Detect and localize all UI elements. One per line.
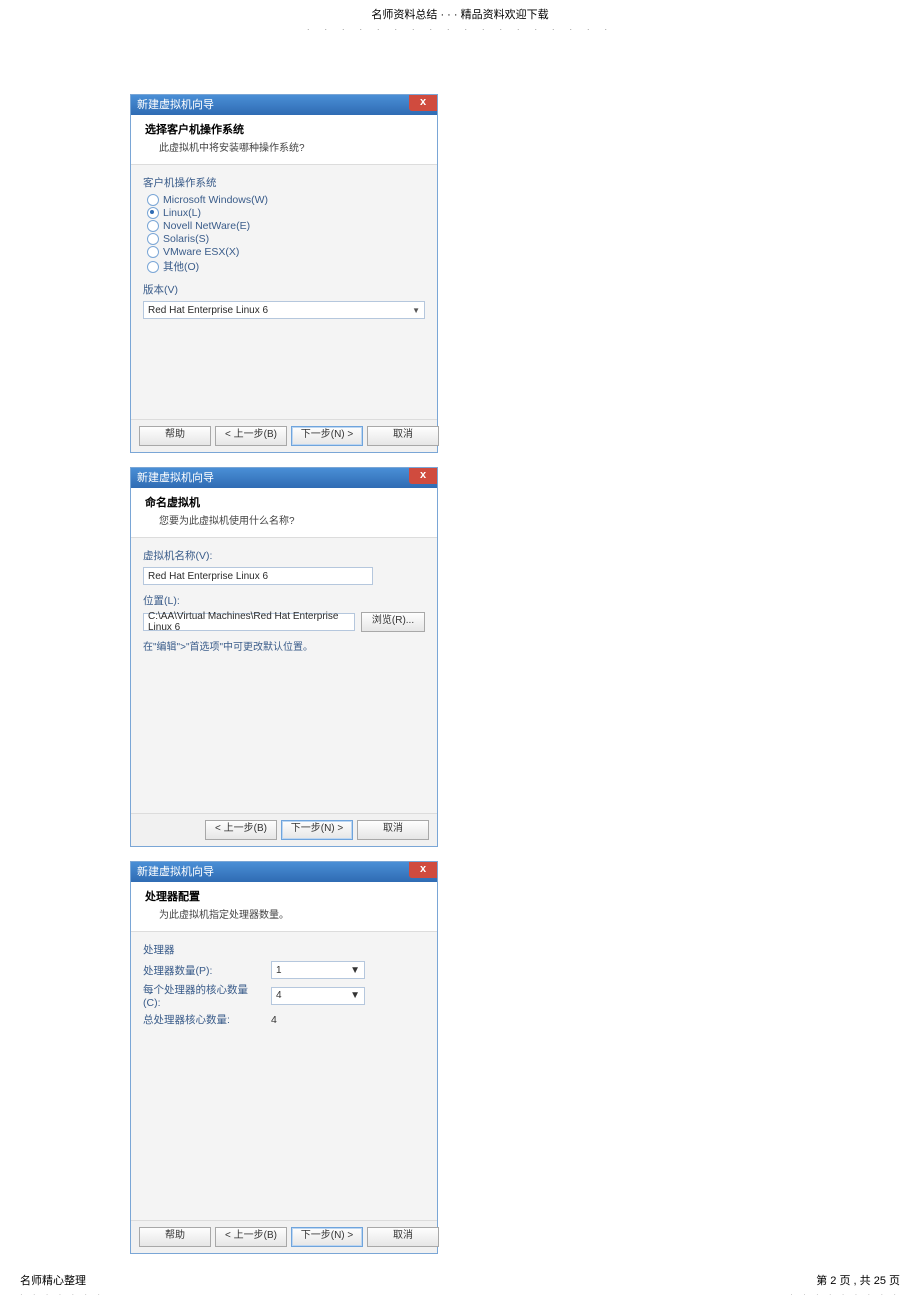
proc-count-label: 处理器数量(P):: [143, 963, 263, 978]
titlebar: 新建虚拟机向导 x: [131, 862, 437, 882]
vm-name-value: Red Hat Enterprise Linux 6: [148, 571, 268, 582]
page-header: 名师资料总结 · · · 精品资料欢迎下载 · · · · · · · · · …: [0, 6, 920, 34]
footer-right: 第 2 页 , 共 25 页: [790, 1272, 900, 1288]
window-title: 新建虚拟机向导: [137, 472, 214, 484]
cores-per-proc-combo[interactable]: 4 ▼: [271, 987, 365, 1005]
radio-esx[interactable]: VMware ESX(X): [147, 246, 425, 258]
radio-netware[interactable]: Novell NetWare(E): [147, 220, 425, 232]
version-value: Red Hat Enterprise Linux 6: [148, 305, 268, 316]
chevron-down-icon: ▼: [350, 990, 360, 1001]
radio-windows[interactable]: Microsoft Windows(W): [147, 194, 425, 206]
os-group-label: 客户机操作系统: [143, 175, 425, 190]
radio-label: VMware ESX(X): [163, 246, 239, 258]
wizard-footer: 帮助 < 上一步(B) 下一步(N) > 取消: [131, 419, 437, 452]
wizard-title: 命名虚拟机: [145, 494, 427, 510]
wizard-title: 处理器配置: [145, 888, 427, 904]
close-icon[interactable]: x: [409, 95, 437, 111]
wizard-footer: < 上一步(B) 下一步(N) > 取消: [131, 813, 437, 846]
back-button[interactable]: < 上一步(B): [205, 820, 277, 840]
cores-value: 4: [276, 990, 282, 1001]
version-combo[interactable]: Red Hat Enterprise Linux 6 ▼: [143, 301, 425, 319]
radio-label: Linux(L): [163, 207, 201, 219]
location-tip: 在"编辑">"首选项"中可更改默认位置。: [143, 638, 425, 653]
radio-label: Novell NetWare(E): [163, 220, 250, 232]
next-button[interactable]: 下一步(N) >: [281, 820, 353, 840]
radio-label: Solaris(S): [163, 233, 209, 245]
radio-linux[interactable]: Linux(L): [147, 207, 425, 219]
window-title: 新建虚拟机向导: [137, 866, 214, 878]
dialog-name-vm: 新建虚拟机向导 x 命名虚拟机 您要为此虚拟机使用什么名称? 虚拟机名称(V):…: [130, 467, 438, 847]
location-label: 位置(L):: [143, 593, 425, 608]
processor-section-label: 处理器: [143, 942, 425, 957]
radio-label: 其他(O): [163, 259, 199, 274]
browse-button[interactable]: 浏览(R)...: [361, 612, 425, 632]
next-button[interactable]: 下一步(N) >: [291, 426, 363, 446]
back-button[interactable]: < 上一步(B): [215, 426, 287, 446]
header-dots: · · · · · · · · · · · · · · · · · ·: [0, 24, 920, 34]
radio-solaris[interactable]: Solaris(S): [147, 233, 425, 245]
radio-label: Microsoft Windows(W): [163, 194, 268, 206]
wizard-subtitle: 您要为此虚拟机使用什么名称?: [159, 512, 427, 527]
wizard-title: 选择客户机操作系统: [145, 121, 427, 137]
total-cores-label: 总处理器核心数量:: [143, 1012, 263, 1027]
titlebar: 新建虚拟机向导 x: [131, 468, 437, 488]
close-icon[interactable]: x: [409, 468, 437, 484]
close-icon[interactable]: x: [409, 862, 437, 878]
dialog-select-guest-os: 新建虚拟机向导 x 选择客户机操作系统 此虚拟机中将安装哪种操作系统? 客户机操…: [130, 94, 438, 453]
location-value: C:\AA\Virtual Machines\Red Hat Enterpris…: [148, 611, 350, 633]
cores-per-proc-label: 每个处理器的核心数量(C):: [143, 982, 263, 1009]
chevron-down-icon: ▼: [350, 965, 360, 976]
wizard-header: 选择客户机操作系统 此虚拟机中将安装哪种操作系统?: [131, 115, 437, 165]
os-radio-group: Microsoft Windows(W) Linux(L) Novell Net…: [147, 194, 425, 274]
proc-count-combo[interactable]: 1 ▼: [271, 961, 365, 979]
location-input[interactable]: C:\AA\Virtual Machines\Red Hat Enterpris…: [143, 613, 355, 631]
help-button[interactable]: 帮助: [139, 426, 211, 446]
footer-dots-right: · · · · · · · · ·: [790, 1290, 900, 1299]
wizard-header: 命名虚拟机 您要为此虚拟机使用什么名称?: [131, 488, 437, 538]
page-footer: 名师精心整理 · · · · · · · 第 2 页 , 共 25 页 · · …: [0, 1232, 920, 1299]
version-label: 版本(V): [143, 282, 425, 297]
vm-name-label: 虚拟机名称(V):: [143, 548, 425, 563]
window-title: 新建虚拟机向导: [137, 99, 214, 111]
dialog-processor-config: 新建虚拟机向导 x 处理器配置 为此虚拟机指定处理器数量。 处理器 处理器数量(…: [130, 861, 438, 1254]
vm-name-input[interactable]: Red Hat Enterprise Linux 6: [143, 567, 373, 585]
total-cores-value: 4: [271, 1014, 277, 1026]
chevron-down-icon: ▼: [412, 306, 420, 315]
header-title: 名师资料总结 · · · 精品资料欢迎下载: [0, 6, 920, 22]
proc-count-value: 1: [276, 965, 282, 976]
radio-other[interactable]: 其他(O): [147, 259, 425, 274]
titlebar: 新建虚拟机向导 x: [131, 95, 437, 115]
wizard-subtitle: 为此虚拟机指定处理器数量。: [159, 906, 427, 921]
cancel-button[interactable]: 取消: [357, 820, 429, 840]
wizard-subtitle: 此虚拟机中将安装哪种操作系统?: [159, 139, 427, 154]
footer-left: 名师精心整理: [20, 1272, 104, 1288]
wizard-header: 处理器配置 为此虚拟机指定处理器数量。: [131, 882, 437, 932]
cancel-button[interactable]: 取消: [367, 426, 439, 446]
footer-dots-left: · · · · · · ·: [20, 1290, 104, 1299]
